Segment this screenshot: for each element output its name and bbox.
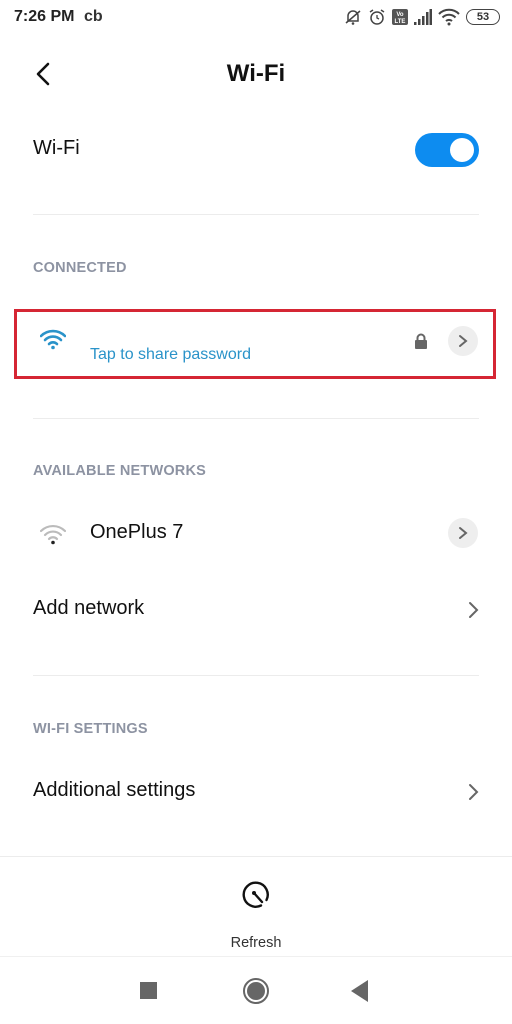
status-icons: Vo LTE 53 <box>344 6 500 28</box>
page-title: Wi-Fi <box>226 60 286 87</box>
triangle-back-icon <box>351 980 368 1002</box>
divider <box>33 214 479 215</box>
square-icon <box>140 982 157 999</box>
cell-signal-icon <box>414 9 432 25</box>
back-nav-button[interactable] <box>344 975 376 1007</box>
alarm-icon <box>368 8 386 26</box>
wifi-settings-heading: WI-FI SETTINGS <box>33 721 148 737</box>
divider <box>33 675 479 676</box>
battery-icon: 53 <box>466 9 500 25</box>
chevron-right-icon <box>469 602 479 618</box>
svg-text:LTE: LTE <box>395 19 406 25</box>
add-network-item[interactable]: Add network <box>0 582 512 638</box>
refresh-icon <box>242 881 269 908</box>
wifi-toggle-label: Wi-Fi <box>33 137 80 159</box>
bottom-action-bar: Refresh <box>0 856 512 956</box>
network-details-button[interactable] <box>448 518 478 548</box>
svg-text:Vo: Vo <box>396 12 404 18</box>
wifi-toggle-switch[interactable] <box>415 133 479 167</box>
status-carrier: cb <box>84 8 103 25</box>
network-item[interactable]: OnePlus 7 <box>0 506 512 562</box>
connected-heading: CONNECTED <box>33 260 127 276</box>
circle-icon <box>243 978 269 1004</box>
chevron-right-icon <box>459 335 468 347</box>
wifi-signal-icon <box>438 8 460 26</box>
chevron-right-icon <box>459 527 468 539</box>
volte-icon: Vo LTE <box>392 9 408 25</box>
system-nav-bar <box>0 956 512 1024</box>
refresh-button[interactable]: Refresh <box>206 877 306 951</box>
add-network-label: Add network <box>33 597 145 619</box>
wifi-full-icon <box>39 328 67 355</box>
network-details-button[interactable] <box>448 326 478 356</box>
available-networks-heading: AVAILABLE NETWORKS <box>33 463 207 479</box>
chevron-right-icon <box>469 784 479 800</box>
wifi-weak-icon <box>39 523 67 550</box>
share-password-subtitle: Tap to share password <box>90 346 251 363</box>
refresh-label: Refresh <box>230 935 282 951</box>
status-bar: 7:26 PM cb Vo LTE 53 <box>0 0 512 36</box>
header: Wi-Fi <box>0 50 512 98</box>
recents-button[interactable] <box>133 975 165 1007</box>
divider <box>33 418 479 419</box>
additional-settings-label: Additional settings <box>33 779 196 801</box>
network-name: OnePlus 7 <box>90 521 184 543</box>
additional-settings-item[interactable]: Additional settings <box>0 764 512 820</box>
status-time: 7:26 PM <box>14 8 75 25</box>
toggle-knob <box>450 138 474 162</box>
lock-icon <box>414 333 428 354</box>
battery-level: 53 <box>476 11 490 23</box>
notifications-muted-icon <box>344 8 362 26</box>
home-button[interactable] <box>240 975 272 1007</box>
connected-network-item[interactable]: Tap to share password <box>0 312 512 376</box>
